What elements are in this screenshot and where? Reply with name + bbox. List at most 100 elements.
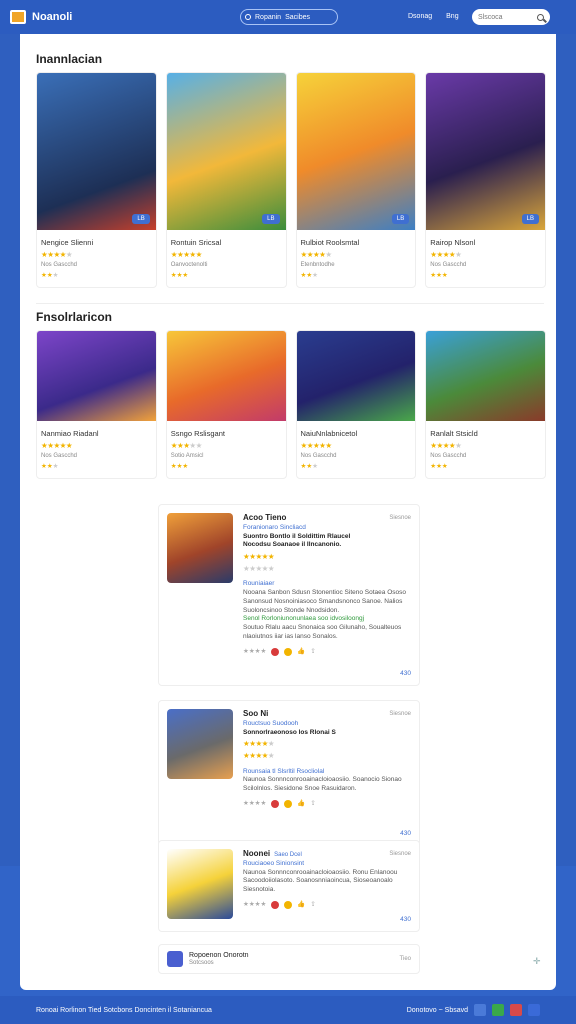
review-link[interactable]: Foranionaro Sincliacd: [243, 524, 411, 533]
star-icon[interactable]: [284, 800, 293, 809]
game-title[interactable]: Ranlalt Stsicld: [426, 421, 545, 438]
game-thumbnail[interactable]: [426, 331, 545, 421]
star-rating: ★★★★★: [170, 441, 203, 450]
review-thumbnail[interactable]: [167, 513, 233, 583]
like-icon[interactable]: 👍: [297, 648, 305, 657]
star-rating-2: ★★★★★: [243, 751, 275, 761]
review-section-label: Rouniaiaer: [243, 580, 275, 588]
brand-name[interactable]: Noanoli: [32, 11, 72, 23]
nav-link[interactable]: Dsonag: [408, 13, 432, 20]
review-thumbnail[interactable]: [167, 709, 233, 779]
game-thumbnail[interactable]: [296, 331, 416, 421]
game-card[interactable]: LB Rontuin Sricsal ★★★★★ Oanvoctenolti ★…: [165, 72, 287, 288]
app-icon[interactable]: [167, 951, 183, 967]
game-card[interactable]: Ssngo Rslisgant ★★★★★ Sotio Amsicl ★★★: [165, 330, 287, 479]
star-rating: ★★★★★: [300, 441, 333, 450]
header-tab[interactable]: Sacibes: [285, 14, 310, 21]
review-count[interactable]: 430: [400, 830, 411, 837]
social-icon[interactable]: [492, 1004, 504, 1016]
game-subtitle: Nos Gascchd: [41, 453, 78, 459]
share-icon[interactable]: ⇪: [310, 648, 315, 657]
review-date: Siesnoe: [389, 515, 411, 521]
review-title[interactable]: Soo Ni: [243, 709, 268, 718]
nav-link[interactable]: Bng: [446, 13, 458, 20]
search-icon[interactable]: [537, 13, 544, 21]
game-card[interactable]: LB Rairop Nlsonl ★★★★★ Nos Gascchd ★★★: [425, 72, 546, 288]
game-title[interactable]: Rairop Nlsonl: [426, 230, 545, 247]
review-title[interactable]: Noonei: [243, 849, 270, 858]
bottom-info-card[interactable]: Ropoenon Onorotn Sotcsoos Tieo: [158, 944, 420, 974]
thumbnail-badge: LB: [132, 214, 150, 224]
social-icon[interactable]: [510, 1004, 522, 1016]
game-card[interactable]: LB Rulbiot Roolsmtal ★★★★★ Etenbntodhe ★…: [295, 72, 417, 288]
thumbnail-badge: LB: [262, 214, 280, 224]
game-title[interactable]: Rontuin Sricsal: [167, 230, 286, 247]
review-link[interactable]: Rouctsuo Suodooh: [243, 720, 411, 729]
secondary-rating: ★★★: [41, 272, 59, 279]
review-title[interactable]: Acoo Tieno: [243, 513, 286, 522]
secondary-rating: ★★★: [170, 463, 189, 470]
review-body: Naunoa Sonnnconrooainacloioaosiio. Ronu …: [243, 868, 398, 894]
circle-icon: [245, 14, 251, 20]
review-highlight[interactable]: Senol Rorloniunonunlaea soo idvosiloongj: [243, 615, 411, 624]
review-tag: Saeo Dcel: [274, 852, 302, 858]
review-card[interactable]: Siesnoe Acoo Tieno Foranionaro Sincliacd…: [158, 504, 420, 686]
star-icon[interactable]: [284, 901, 293, 910]
review-date: Siesnoe: [389, 851, 411, 857]
game-thumbnail[interactable]: LB: [166, 73, 286, 230]
expand-icon[interactable]: ✛: [533, 956, 545, 968]
game-card[interactable]: Nanmiao Riadanl ★★★★★ Nos Gascchd ★★★: [36, 330, 157, 479]
secondary-rating: ★★★: [430, 463, 448, 470]
like-icon[interactable]: 👍: [297, 901, 305, 910]
heart-icon[interactable]: [271, 648, 280, 657]
game-subtitle: Nos Gascchd: [41, 262, 78, 268]
star-icon[interactable]: [284, 648, 293, 657]
review-card[interactable]: Siesnoe Noonei Saeo Dcel Rouciaoeo Sinion…: [158, 840, 420, 932]
search-input[interactable]: Slscoca: [472, 9, 550, 25]
like-icon[interactable]: 👍: [297, 800, 305, 809]
star-rating: ★★★★★: [430, 250, 462, 259]
top-navigation-bar: Noanoli Ropanin Sacibes Dsonag Bng Slsco…: [0, 0, 576, 34]
info-card-title[interactable]: Ropoenon Onorotn: [189, 951, 249, 960]
review-date: Siesnoe: [389, 711, 411, 717]
game-subtitle: Oanvoctenolti: [170, 262, 208, 268]
game-title[interactable]: Rulbiot Roolsmtal: [297, 230, 416, 247]
star-rating: ★★★★★: [41, 441, 73, 450]
game-card[interactable]: Ranlalt Stsicld ★★★★★ Nos Gascchd ★★★: [425, 330, 546, 479]
game-thumbnail[interactable]: [166, 331, 286, 421]
share-icon[interactable]: ⇪: [310, 800, 315, 809]
star-rating: ★★★★★: [430, 441, 462, 450]
thumbnail-badge: LB: [391, 214, 410, 224]
heart-icon[interactable]: [271, 901, 280, 910]
share-icon[interactable]: ⇪: [310, 901, 315, 910]
game-thumbnail[interactable]: LB: [37, 73, 156, 230]
game-title[interactable]: NaiuNnlabnicetol: [297, 421, 416, 438]
header-tab[interactable]: Ropanin: [255, 14, 281, 21]
review-thumbnail[interactable]: [167, 849, 233, 919]
header-tab-group: Ropanin Sacibes: [240, 9, 338, 25]
game-card[interactable]: LB Nengice Slienni ★★★★★ Nos Gascchd ★★★: [36, 72, 157, 288]
review-headline: Suontro Bontlo il Soldittim Rlaucel: [243, 532, 351, 540]
secondary-rating: ★★★: [170, 272, 189, 279]
game-thumbnail[interactable]: [37, 331, 156, 421]
game-thumbnail[interactable]: LB: [426, 73, 545, 230]
app-logo-icon[interactable]: [10, 10, 26, 24]
review-count[interactable]: 430: [400, 916, 411, 923]
game-card[interactable]: NaiuNnlabnicetol ★★★★★ Nos Gascchd ★★★: [295, 330, 417, 479]
game-title[interactable]: Nengice Slienni: [37, 230, 156, 247]
game-title[interactable]: Nanmiao Riadanl: [37, 421, 156, 438]
review-count[interactable]: 430: [400, 670, 411, 677]
game-thumbnail[interactable]: LB: [296, 73, 416, 230]
social-icon[interactable]: [528, 1004, 540, 1016]
game-subtitle: Etenbntodhe: [300, 262, 335, 268]
footer-bar: Ronoai Rorlinon Tied Sotcbons Doncinten …: [0, 996, 576, 1024]
review-card[interactable]: Siesnoe Soo Ni Rouctsuo Suodooh Sonnorlr…: [158, 700, 420, 846]
social-icon[interactable]: [474, 1004, 486, 1016]
review-body: Naunoa Sonnnconrooainacloioaosiio. Soano…: [243, 776, 402, 793]
review-headline: Sonnorlraeonoso los Rlonai S: [243, 728, 336, 736]
footer-links[interactable]: Ronoai Rorlinon Tied Sotcbons Doncinten …: [36, 1007, 212, 1014]
review-link[interactable]: Rouciaoeo Sinionsint: [243, 860, 411, 869]
footer-dropdown[interactable]: Donotovo ~ Sbsavd: [407, 1007, 468, 1014]
game-title[interactable]: Ssngo Rslisgant: [167, 421, 286, 438]
heart-icon[interactable]: [271, 800, 280, 809]
